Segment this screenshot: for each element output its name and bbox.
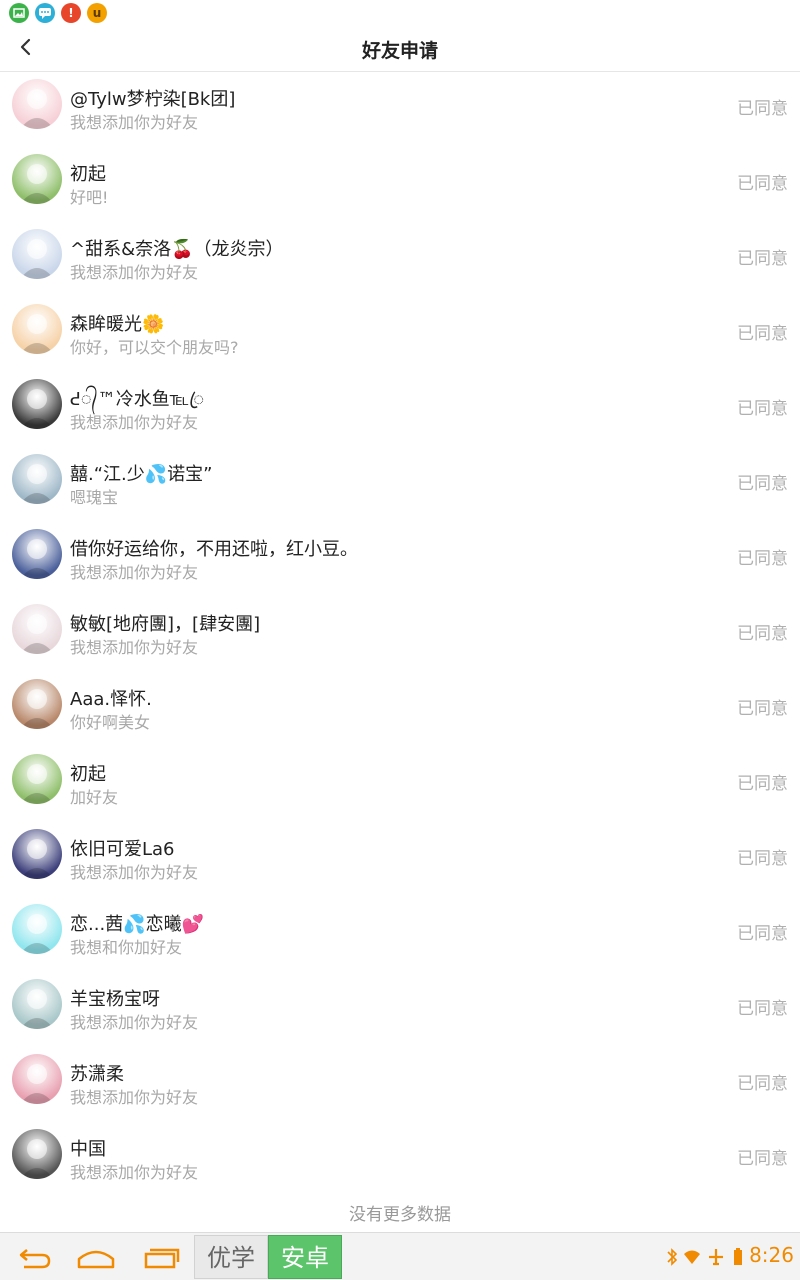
requester-name: 初起	[70, 764, 106, 785]
avatar[interactable]	[12, 829, 62, 879]
request-message: 加好友	[70, 788, 119, 807]
request-status-label: 已同意	[737, 174, 788, 194]
request-message: 我想添加你为好友	[70, 863, 199, 882]
wifi-icon	[684, 1250, 700, 1264]
friend-request-row[interactable]: 借你好运给你，不用还啦，红小豆。 我想添加你为好友 已同意	[0, 522, 800, 597]
requester-name: Aaa.怿怀.	[70, 689, 152, 710]
no-more-data-label: 没有更多数据	[349, 1205, 451, 1225]
friend-request-row[interactable]: 囍.“江.少💦诺宝” 嗯瑰宝 已同意	[0, 447, 800, 522]
request-message: 我想添加你为好友	[70, 638, 199, 657]
request-status-label: 已同意	[737, 774, 788, 794]
system-nav-bar: 优学 安卓 8:26	[0, 1232, 800, 1280]
friend-request-row[interactable]: ᕍ᭄™冷水鱼℡ꦿ 我想添加你为好友 已同意	[0, 372, 800, 447]
friend-request-row[interactable]: 森眸暖光🌼 你好，可以交个朋友吗? 已同意	[0, 297, 800, 372]
request-message: 我想添加你为好友	[70, 563, 199, 582]
request-message: 我想添加你为好友	[70, 413, 199, 432]
friend-request-row[interactable]: 恋...茜💦恋曦💕 我想和你加好友 已同意	[0, 897, 800, 972]
request-status-label: 已同意	[737, 474, 788, 494]
avatar[interactable]	[12, 229, 62, 279]
request-status-label: 已同意	[737, 99, 788, 119]
request-status-label: 已同意	[737, 624, 788, 644]
request-status-label: 已同意	[737, 849, 788, 869]
requester-name: 森眸暖光🌼	[70, 314, 165, 335]
clock: 8:26	[749, 1243, 794, 1267]
avatar[interactable]	[12, 754, 62, 804]
friend-request-row[interactable]: Aaa.怿怀. 你好啊美女 已同意	[0, 672, 800, 747]
requester-name: 恋...茜💦恋曦💕	[70, 914, 204, 935]
friend-request-row[interactable]: 初起加好友 已同意	[0, 747, 800, 822]
requester-name: 借你好运给你，不用还啦，红小豆。	[70, 539, 358, 560]
brand-youxue-button[interactable]: 优学	[194, 1235, 268, 1279]
request-status-label: 已同意	[737, 549, 788, 569]
requester-name: 依旧可爱La6	[70, 839, 175, 860]
battery-icon	[734, 1248, 742, 1265]
request-message: 你好啊美女	[70, 713, 151, 732]
system-tray	[664, 1245, 754, 1269]
request-message: 我想添加你为好友	[70, 1013, 199, 1032]
request-status-label: 已同意	[737, 249, 788, 269]
requester-name: 初起	[70, 164, 106, 185]
recent-apps-icon	[144, 1248, 180, 1269]
avatar[interactable]	[12, 979, 62, 1029]
avatar[interactable]	[12, 529, 62, 579]
friend-request-row[interactable]: 中国我想添加你为好友 已同意	[0, 1122, 800, 1197]
brand-android-button[interactable]: 安卓	[268, 1235, 342, 1279]
friend-request-row[interactable]: 依旧可爱La6 我想添加你为好友 已同意	[0, 822, 800, 897]
friend-request-row[interactable]: 初起好吧! 已同意	[0, 147, 800, 222]
request-message: 我想和你加好友	[70, 938, 183, 957]
image-icon	[9, 3, 29, 23]
request-status-label: 已同意	[737, 999, 788, 1019]
request-message: 我想添加你为好友	[70, 113, 199, 132]
requester-name: 中国	[70, 1139, 106, 1160]
requester-name: 苏潇柔	[70, 1064, 124, 1085]
alert-icon: !	[61, 3, 81, 23]
request-message: 我想添加你为好友	[70, 1163, 199, 1182]
page-title: 好友申请	[361, 40, 438, 62]
app-root: ! u 好友申请 @Tylw梦柠染[Bk团] 我想添加你为好友 已同意 初起 好吧! 已同…	[0, 0, 800, 1280]
chat-icon	[35, 3, 55, 23]
friend-request-row[interactable]: 苏潇柔我想添加你为好友 已同意	[0, 1047, 800, 1122]
bluetooth-icon	[667, 1248, 678, 1266]
back-arrow-icon	[19, 1249, 51, 1269]
avatar[interactable]	[12, 904, 62, 954]
friend-request-list: @Tylw梦柠染[Bk团] 我想添加你为好友 已同意 初起 好吧! 已同意 ^甜系&奈洛🍒（…	[0, 72, 800, 1197]
request-message: 嗯瑰宝	[70, 488, 119, 507]
request-message: 我想添加你为好友	[70, 263, 199, 282]
nav-back-button[interactable]	[12, 1239, 56, 1275]
requester-name: 敏敏[地府團]，[肆安團]	[70, 614, 261, 635]
request-status-label: 已同意	[737, 324, 788, 344]
avatar[interactable]	[12, 1129, 62, 1179]
status-bar: ! u	[0, 0, 800, 26]
avatar[interactable]	[12, 679, 62, 729]
request-message: 你好，可以交个朋友吗?	[70, 338, 239, 357]
avatar[interactable]	[12, 79, 62, 129]
request-message: 我想添加你为好友	[70, 1088, 199, 1107]
avatar[interactable]	[12, 454, 62, 504]
friend-request-row[interactable]: @Tylw梦柠染[Bk团] 我想添加你为好友 已同意	[0, 72, 800, 147]
friend-request-row[interactable]: 敏敏[地府團]，[肆安團] 我想添加你为好友 已同意	[0, 597, 800, 672]
nav-recent-apps-button[interactable]	[138, 1239, 182, 1275]
u-app-icon: u	[87, 3, 107, 23]
request-status-label: 已同意	[737, 924, 788, 944]
request-status-label: 已同意	[737, 1074, 788, 1094]
request-status-label: 已同意	[737, 399, 788, 419]
avatar[interactable]	[12, 1054, 62, 1104]
request-message: 好吧!	[70, 188, 109, 207]
airplane-icon	[709, 1249, 723, 1266]
requester-name: @Tylw梦柠染[Bk团]	[70, 89, 236, 110]
requester-name: ^甜系&奈洛🍒（龙炎宗）	[70, 239, 284, 260]
friend-request-row[interactable]: ^甜系&奈洛🍒（龙炎宗） 我想添加你为好友 已同意	[0, 222, 800, 297]
avatar[interactable]	[12, 154, 62, 204]
nav-home-button[interactable]	[74, 1239, 118, 1275]
requester-name: 囍.“江.少💦诺宝”	[70, 464, 213, 485]
requester-name: 羊宝杨宝呀	[70, 989, 160, 1010]
avatar[interactable]	[12, 604, 62, 654]
home-icon	[77, 1250, 115, 1269]
page-header: 好友申请	[0, 26, 800, 72]
avatar[interactable]	[12, 379, 62, 429]
request-status-label: 已同意	[737, 699, 788, 719]
request-status-label: 已同意	[737, 1149, 788, 1169]
avatar[interactable]	[12, 304, 62, 354]
friend-request-row[interactable]: 羊宝杨宝呀我想添加你为好友 已同意	[0, 972, 800, 1047]
